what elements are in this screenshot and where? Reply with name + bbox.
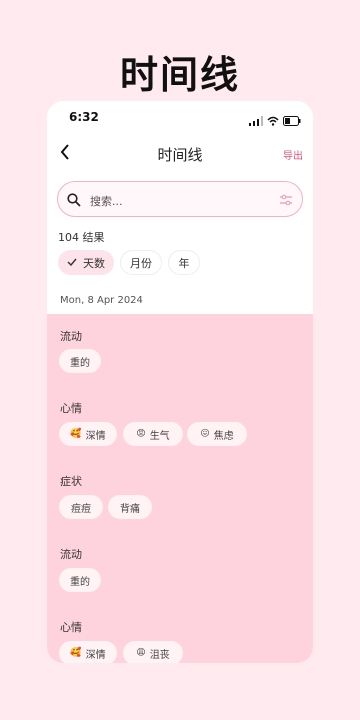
promo-headline: 时间线 <box>119 53 240 97</box>
segment-days[interactable]: 天数 <box>58 250 114 275</box>
segment-months[interactable]: 月份 <box>120 250 162 275</box>
page-title: 时间线 <box>157 146 203 164</box>
signal-icon <box>249 111 263 130</box>
depressed-emoji-icon: 😩 <box>136 648 146 658</box>
section-title-mood: 心情 <box>60 402 82 415</box>
wifi-icon <box>267 111 279 130</box>
chip-depressed[interactable]: 😩 沮丧 <box>123 641 183 663</box>
phone-screen: 6:32 时间线 导出 搜索... 104 结果 天数 月份 年 Mon, 8 … <box>47 101 313 663</box>
chip-acne[interactable]: 痘痘 <box>59 495 103 519</box>
chip-label: 痘痘 <box>71 503 91 515</box>
chip-label: 重的 <box>70 357 90 369</box>
chip-angry[interactable]: 😡 生气 <box>123 422 183 446</box>
angry-emoji-icon: 😡 <box>136 429 146 439</box>
segment-years[interactable]: 年 <box>168 250 200 275</box>
chip-heavy[interactable]: 重的 <box>59 568 101 592</box>
segment-label: 天数 <box>83 256 105 270</box>
chip-label: 深情 <box>85 430 106 442</box>
section-title-flow: 流动 <box>60 330 82 343</box>
affectionate-emoji-icon: 🥰 <box>70 648 82 658</box>
chip-label: 沮丧 <box>149 649 170 661</box>
chip-label: 背痛 <box>120 503 140 515</box>
section-title-symptoms: 症状 <box>60 475 82 488</box>
chip-anxious[interactable]: 😖 焦虑 <box>187 422 247 446</box>
section-title-mood: 心情 <box>60 621 82 634</box>
filter-icon[interactable] <box>279 192 293 211</box>
export-button[interactable]: 导出 <box>283 147 303 162</box>
chip-label: 深情 <box>85 649 106 661</box>
chip-affectionate[interactable]: 🥰 深情 <box>59 422 117 446</box>
segment-label: 年 <box>178 256 190 270</box>
search-input[interactable]: 搜索... <box>90 193 123 209</box>
day-panel: 流动 重的 心情 🥰 深情 😡 生气 😖 焦虑 症状 痘痘 背痛 流动 重的 心… <box>47 314 313 663</box>
battery-icon <box>283 111 301 130</box>
status-bar: 6:32 <box>47 101 313 135</box>
chip-label: 重的 <box>70 576 90 588</box>
results-count: 104 结果 <box>58 231 105 244</box>
anxious-emoji-icon: 😖 <box>200 429 210 439</box>
status-icons <box>249 111 301 130</box>
chip-affectionate[interactable]: 🥰 深情 <box>59 641 117 663</box>
section-title-flow: 流动 <box>60 548 82 561</box>
search-icon <box>67 192 81 211</box>
search-bar[interactable]: 搜索... <box>57 181 303 217</box>
check-icon <box>67 256 77 269</box>
chip-label: 焦虑 <box>213 430 234 442</box>
chip-label: 生气 <box>149 430 170 442</box>
day-date-header: Mon, 8 Apr 2024 <box>60 295 143 306</box>
chip-backache[interactable]: 背痛 <box>108 495 152 519</box>
segment-label: 月份 <box>130 256 152 270</box>
top-nav: 时间线 导出 <box>47 139 313 167</box>
affectionate-emoji-icon: 🥰 <box>70 429 82 439</box>
status-time: 6:32 <box>69 110 99 124</box>
chip-heavy[interactable]: 重的 <box>59 349 101 373</box>
